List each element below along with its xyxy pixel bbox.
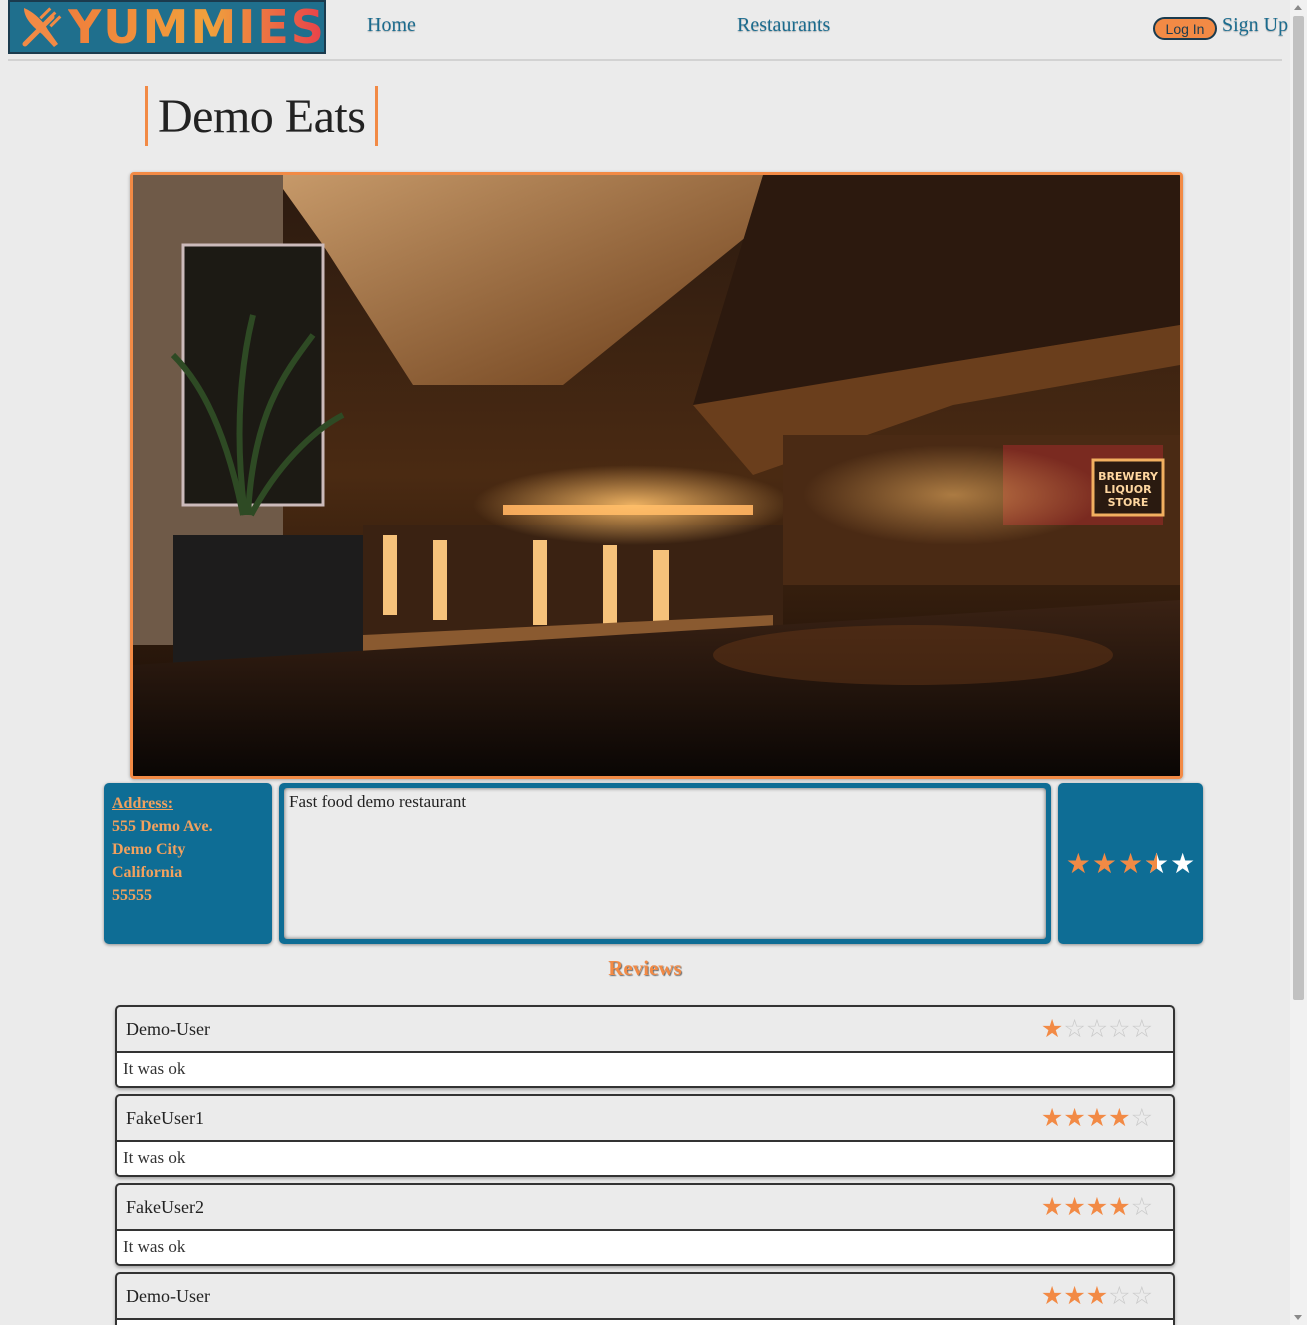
description-card: Fast food demo restaurant	[279, 783, 1051, 944]
star-filled-icon: ★	[1063, 1281, 1086, 1310]
navbar: YUMMIES Home Restaurants Log In Sign Up	[0, 0, 1290, 61]
star-filled-icon: ★	[1085, 1281, 1109, 1310]
review-text	[117, 1320, 1173, 1325]
review-header: FakeUser1 ★★★★☆	[117, 1096, 1173, 1142]
star-filled-icon: ★	[1117, 846, 1144, 880]
nav-home-link[interactable]: Home	[367, 14, 416, 37]
brand-name: YUMMIES	[68, 0, 326, 54]
review-card: FakeUser2 ★★★★☆ It was ok	[115, 1183, 1175, 1266]
review-username: FakeUser2	[126, 1196, 204, 1217]
review-rating-stars: ★☆☆☆☆	[1041, 1016, 1153, 1042]
review-username: FakeUser1	[126, 1107, 204, 1128]
review-rating-stars: ★★★★☆	[1041, 1194, 1153, 1220]
star-empty-icon: ☆	[1130, 1192, 1153, 1221]
star-empty-icon: ☆	[1130, 1281, 1153, 1310]
page-title: Demo Eats	[158, 89, 366, 143]
login-button[interactable]: Log In	[1153, 17, 1217, 40]
nav-divider	[8, 59, 1282, 61]
star-filled-icon: ★	[1040, 1014, 1064, 1043]
address-state: California	[112, 864, 183, 881]
star-filled-icon: ★	[1040, 1281, 1064, 1310]
address-city: Demo City	[112, 841, 186, 858]
yummies-logo[interactable]: YUMMIES	[8, 0, 326, 54]
star-filled-icon: ★	[1063, 1192, 1086, 1221]
scroll-down-arrow-icon[interactable]	[1294, 1315, 1302, 1320]
star-empty-icon: ☆	[1108, 1014, 1131, 1043]
address-street: 555 Demo Ave.	[112, 818, 213, 835]
star-empty-icon: ★	[1170, 846, 1196, 880]
signup-link[interactable]: Sign Up	[1222, 14, 1288, 37]
svg-text:STORE: STORE	[1108, 496, 1149, 509]
star-half-fill: ★	[1144, 850, 1157, 878]
star-filled-icon: ★	[1085, 1192, 1109, 1221]
address-label: Address:	[112, 795, 174, 812]
scrollbar-thumb[interactable]	[1293, 16, 1304, 1000]
page-title-frame: Demo Eats	[145, 86, 379, 146]
review-username: Demo-User	[126, 1285, 210, 1306]
scroll-up-arrow-icon[interactable]	[1294, 5, 1302, 10]
fork-knife-icon	[16, 4, 66, 50]
review-header: Demo-User ★★★☆☆	[117, 1274, 1173, 1320]
review-username: Demo-User	[126, 1018, 210, 1039]
review-rating-stars: ★★★☆☆	[1041, 1283, 1153, 1309]
average-rating-card: ★★★★★★	[1058, 783, 1203, 944]
review-rating-stars: ★★★★☆	[1041, 1105, 1153, 1131]
review-card: Demo-User ★☆☆☆☆ It was ok	[115, 1005, 1175, 1088]
svg-text:BREWERY: BREWERY	[1098, 470, 1159, 483]
review-text: It was ok	[117, 1231, 1173, 1264]
star-empty-icon: ☆	[1085, 1014, 1109, 1043]
review-text: It was ok	[117, 1053, 1173, 1086]
star-filled-icon: ★	[1040, 1192, 1064, 1221]
address-zip: 55555	[112, 887, 152, 904]
star-empty-icon: ☆	[1108, 1281, 1131, 1310]
nav-restaurants-link[interactable]: Restaurants	[737, 14, 830, 37]
average-rating-stars: ★★★★★★	[1065, 846, 1196, 880]
review-header: FakeUser2 ★★★★☆	[117, 1185, 1173, 1231]
star-filled-icon: ★	[1108, 1192, 1131, 1221]
description-text: Fast food demo restaurant	[284, 788, 1046, 939]
review-header: Demo-User ★☆☆☆☆	[117, 1007, 1173, 1053]
restaurant-image: BREWERY LIQUOR STORE	[130, 172, 1183, 779]
vertical-scrollbar[interactable]	[1290, 0, 1307, 1325]
svg-text:LIQUOR: LIQUOR	[1104, 483, 1152, 496]
star-filled-icon: ★	[1108, 1103, 1131, 1132]
star-filled-icon: ★	[1063, 1103, 1086, 1132]
star-filled-icon: ★	[1040, 1103, 1064, 1132]
star-empty-icon: ☆	[1130, 1014, 1153, 1043]
star-empty-icon: ☆	[1063, 1014, 1086, 1043]
review-card: Demo-User ★★★☆☆	[115, 1272, 1175, 1325]
star-filled-icon: ★	[1065, 846, 1091, 880]
star-half-icon: ★★	[1144, 846, 1170, 880]
address-card: Address: 555 Demo Ave. Demo City Califor…	[104, 783, 272, 944]
star-filled-icon: ★	[1091, 846, 1117, 880]
reviews-heading: Reviews	[608, 956, 682, 980]
star-filled-icon: ★	[1085, 1103, 1109, 1132]
star-empty-icon: ☆	[1130, 1103, 1153, 1132]
review-text: It was ok	[117, 1142, 1173, 1175]
review-card: FakeUser1 ★★★★☆ It was ok	[115, 1094, 1175, 1177]
